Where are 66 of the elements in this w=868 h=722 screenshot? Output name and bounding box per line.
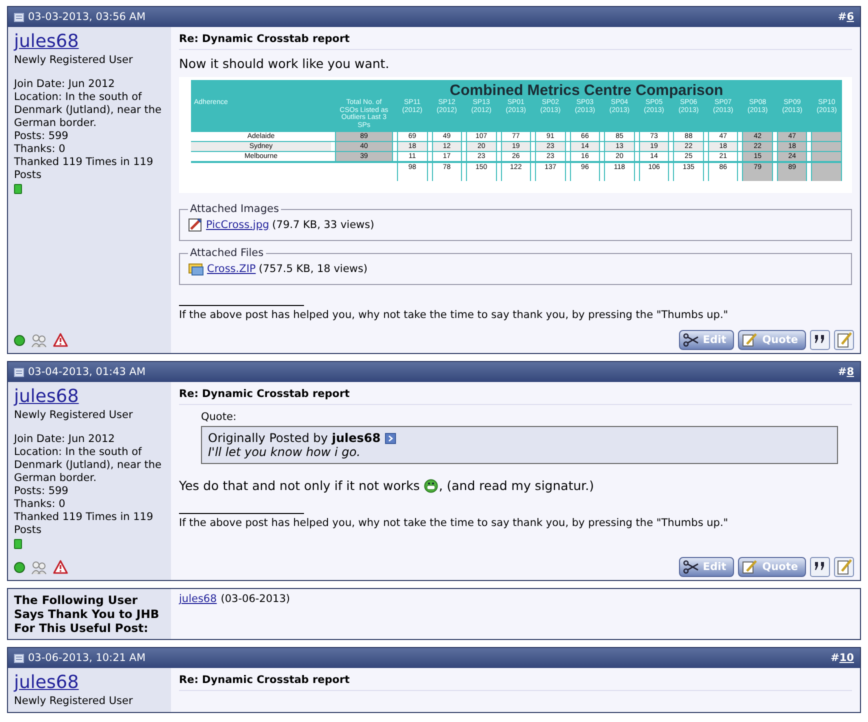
thanking-user-link[interactable]: jules68 bbox=[179, 593, 217, 605]
username-link[interactable]: jules68 bbox=[14, 32, 165, 52]
attachments-legend: Attached Images bbox=[188, 203, 281, 215]
post-title: Re: Dynamic Crosstab report bbox=[179, 674, 852, 691]
post-number-hash: # bbox=[838, 11, 847, 23]
user-detail: Posts: 599 bbox=[14, 485, 70, 498]
signature-text: If the above post has helped you, why not take the time to say thank you, by pressing the "Thumbs up." bbox=[179, 517, 730, 529]
user-detail: Location: In the south of Denmark (Jutland), near the German border. bbox=[14, 446, 162, 485]
scissors-icon bbox=[682, 560, 699, 574]
post-text: Yes do that and not only if it not works bbox=[179, 478, 420, 493]
quick-reply-icon[interactable] bbox=[834, 557, 854, 577]
user-title: Newly Registered User bbox=[14, 54, 134, 66]
warning-icon[interactable] bbox=[53, 333, 68, 347]
post-title: Re: Dynamic Crosstab report bbox=[179, 388, 852, 405]
quote-label: Quote: bbox=[201, 411, 238, 423]
user-title: Newly Registered User bbox=[14, 409, 134, 421]
grinning-smiley-icon bbox=[424, 478, 438, 492]
attachment-link[interactable]: Cross.ZIP bbox=[207, 262, 256, 274]
attachment-info: (757.5 KB, 18 views) bbox=[258, 262, 368, 274]
post-icon bbox=[14, 12, 24, 22]
user-detail: Thanked 119 Times in 119 Posts bbox=[14, 511, 154, 537]
user-detail: Join Date: Jun 2012 bbox=[14, 433, 116, 446]
attachment-link[interactable]: PicCross.jpg bbox=[206, 218, 270, 230]
post-text: Now it should work like you want. bbox=[179, 56, 390, 71]
user-detail: Join Date: Jun 2012 bbox=[14, 78, 116, 91]
post-number-hash: # bbox=[830, 652, 840, 664]
folder-icon bbox=[188, 261, 204, 276]
post-date: 03-06-2013, 10:21 AM bbox=[28, 652, 146, 664]
multi-quote-icon[interactable] bbox=[810, 330, 830, 350]
post-icon bbox=[14, 654, 24, 662]
attachment-info: (79.7 KB, 33 views) bbox=[272, 218, 374, 230]
user-detail: Thanked 119 Times in 119 Posts bbox=[14, 156, 154, 182]
post-title: Re: Dynamic Crosstab report bbox=[179, 33, 852, 50]
user-title: Newly Registered User bbox=[14, 695, 134, 707]
pencil-note-icon bbox=[742, 333, 758, 347]
quick-reply-icon[interactable] bbox=[834, 330, 854, 350]
reputation-icon[interactable] bbox=[31, 332, 47, 348]
thanks-date: (03-06-2013) bbox=[220, 593, 290, 605]
post-number-link[interactable]: 6 bbox=[846, 11, 854, 23]
attachments-legend: Attached Files bbox=[188, 247, 266, 259]
report-title: Combined Metrics Centre Comparison bbox=[448, 82, 724, 99]
quote-author: jules68 bbox=[332, 431, 381, 445]
user-detail: Posts: 599 bbox=[14, 130, 70, 143]
reputation-icon[interactable] bbox=[31, 560, 47, 574]
multi-quote-icon[interactable] bbox=[810, 557, 830, 577]
post-number-hash: # bbox=[838, 366, 847, 378]
view-post-icon[interactable] bbox=[384, 432, 396, 444]
user-detail: Thanks: 0 bbox=[14, 498, 66, 511]
username-link[interactable]: jules68 bbox=[14, 387, 165, 407]
quote-prefix: Originally Posted by bbox=[208, 431, 328, 445]
quote-text: I'll let you know how i go. bbox=[208, 445, 362, 459]
post-text: , (and read my signatur.) bbox=[438, 478, 594, 493]
image-file-icon bbox=[188, 217, 203, 232]
warning-icon[interactable] bbox=[53, 560, 68, 574]
scissors-icon bbox=[682, 333, 699, 347]
username-link[interactable]: jules68 bbox=[14, 673, 165, 693]
post-date: 03-04-2013, 01:43 AM bbox=[28, 366, 146, 378]
post-number-link[interactable]: 10 bbox=[839, 652, 854, 664]
pencil-note-icon bbox=[742, 560, 758, 574]
signature-text: If the above post has helped you, why not take the time to say thank you, by pressing the "Thumbs up." bbox=[179, 309, 730, 321]
post-date: 03-03-2013, 03:56 AM bbox=[28, 11, 146, 23]
post-number-link[interactable]: 8 bbox=[846, 366, 854, 378]
thanks-label: The Following User Says Thank You to JHB For This Useful Post: bbox=[8, 589, 171, 639]
user-detail: Location: In the south of Denmark (Jutland), near the German border. bbox=[14, 91, 162, 130]
post-icon bbox=[14, 368, 24, 376]
user-detail: Thanks: 0 bbox=[14, 143, 66, 156]
